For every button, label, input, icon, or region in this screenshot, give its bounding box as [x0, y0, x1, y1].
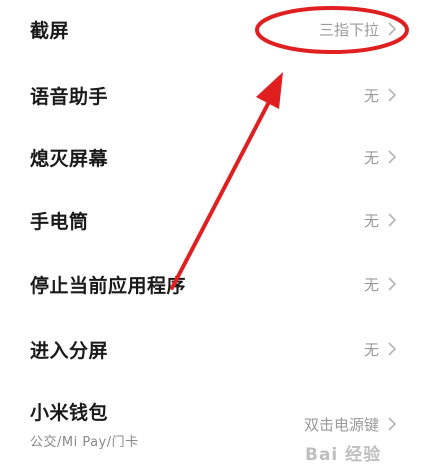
setting-value-screenshot: 三指下拉	[318, 20, 379, 39]
setting-label-screen-off: 熄灭屏幕	[30, 147, 109, 170]
setting-title-mi-wallet: 小米钱包	[30, 402, 109, 424]
setting-value-stop-app: 无	[363, 275, 379, 294]
watermark-logo: Bai 经验	[305, 445, 382, 465]
setting-row-voice-assistant[interactable]: 语音助手 无	[0, 72, 423, 118]
setting-value-group: 无	[364, 339, 397, 360]
setting-value-group: 三指下拉	[319, 19, 397, 40]
chevron-right-icon	[387, 416, 397, 432]
setting-row-stop-app[interactable]: 停止当前应用程序 无	[0, 261, 423, 307]
setting-row-screen-off[interactable]: 熄灭屏幕 无	[0, 134, 423, 180]
setting-row-flashlight[interactable]: 手电筒 无	[0, 197, 423, 243]
setting-sublabel-mi-wallet: 公交/Mi Pay/门卡	[30, 435, 139, 450]
setting-value-group: 无	[364, 210, 397, 231]
setting-value-group: 无	[364, 274, 397, 295]
setting-label-stop-app: 停止当前应用程序	[30, 274, 187, 297]
setting-value-group: 无	[364, 85, 397, 106]
setting-row-screenshot[interactable]: 截屏 三指下拉	[0, 6, 423, 52]
setting-label-screenshot: 截屏	[30, 19, 70, 42]
chevron-right-icon	[387, 341, 397, 357]
setting-value-group: 无	[364, 147, 397, 168]
setting-value-screen-off: 无	[363, 148, 379, 167]
setting-label-split-screen: 进入分屏	[30, 339, 109, 362]
setting-value-group: 双击电源键	[304, 414, 397, 435]
annotation-arrow-shaft	[170, 98, 272, 290]
setting-value-mi-wallet: 双击电源键	[303, 415, 379, 434]
chevron-right-icon	[387, 21, 397, 37]
setting-label-flashlight: 手电筒	[30, 210, 89, 233]
setting-value-split-screen: 无	[363, 340, 379, 359]
chevron-right-icon	[387, 149, 397, 165]
chevron-right-icon	[387, 276, 397, 292]
setting-value-flashlight: 无	[363, 211, 379, 230]
setting-value-voice-assistant: 无	[363, 86, 379, 105]
chevron-right-icon	[387, 212, 397, 228]
chevron-right-icon	[387, 87, 397, 103]
setting-label-voice-assistant: 语音助手	[30, 85, 109, 108]
setting-row-split-screen[interactable]: 进入分屏 无	[0, 326, 423, 372]
setting-label-mi-wallet: 小米钱包 公交/Mi Pay/门卡	[30, 398, 139, 450]
